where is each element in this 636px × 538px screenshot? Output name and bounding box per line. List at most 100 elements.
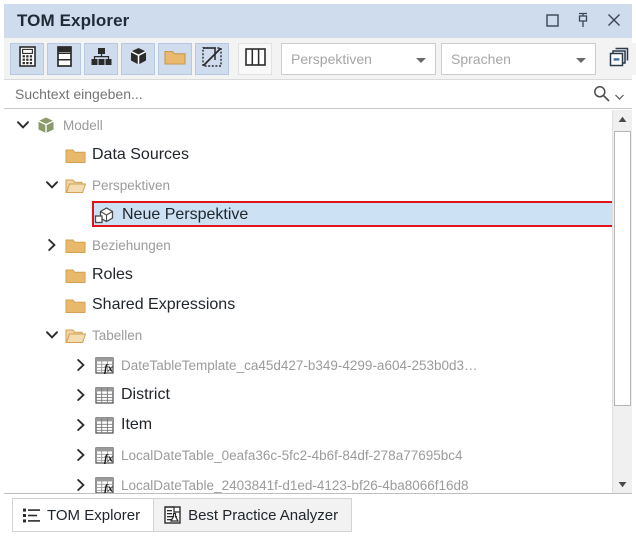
columns-toggle-button[interactable] <box>47 43 81 75</box>
svg-text:fx: fx <box>104 362 114 374</box>
cube-icon <box>128 46 149 72</box>
chevron-down-icon <box>576 58 586 63</box>
tree-row[interactable]: Perspektiven <box>4 170 612 200</box>
tree-item-label: Neue Perspektive <box>122 206 248 224</box>
svg-text:fx: fx <box>104 452 114 464</box>
chevron-right-icon[interactable] <box>70 350 92 380</box>
calculated-table-icon: fx <box>92 470 116 494</box>
scrollbar-thumb[interactable] <box>614 131 631 406</box>
search-options[interactable] <box>593 85 624 107</box>
tree-item-label: LocalDateTable_2403841f-d1ed-4123-bf26-4… <box>121 478 469 493</box>
columns-view-button[interactable] <box>238 43 272 75</box>
cascade-windows-button[interactable] <box>602 43 636 75</box>
table-icon <box>92 380 116 410</box>
tree-row[interactable]: fx DateTableTemplate_ca45d427-b349-4299-a… <box>4 350 612 380</box>
chevron-down-icon[interactable] <box>41 320 63 350</box>
tree-chevron-placeholder <box>70 200 92 230</box>
tree-row[interactable]: Neue Perspektive <box>4 200 612 230</box>
tree-row[interactable]: Modell <box>4 110 612 140</box>
folder-closed-icon <box>63 260 87 290</box>
hidden-slash-icon <box>202 47 222 72</box>
chevron-right-icon[interactable] <box>70 410 92 440</box>
tree-row[interactable]: Tabellen <box>4 320 612 350</box>
pin-icon[interactable] <box>573 10 593 30</box>
tree-chevron-placeholder <box>41 260 63 290</box>
tree-row[interactable]: District <box>4 380 612 410</box>
perspectives-dropdown[interactable]: Perspektiven <box>281 43 436 75</box>
tree-row[interactable]: Beziehungen <box>4 230 612 260</box>
tree-row[interactable]: fx LocalDateTable_2403841f-d1ed-4123-bf26… <box>4 470 612 494</box>
languages-dropdown[interactable]: Sprachen <box>441 43 596 75</box>
title-bar: TOM Explorer <box>4 4 632 38</box>
tree-item-label: Beziehungen <box>92 238 171 253</box>
analyzer-icon <box>164 506 181 524</box>
tab-tom-explorer[interactable]: TOM Explorer <box>13 499 154 531</box>
tree-item-label: LocalDateTable_0eafa36c-5fc2-4b6f-84df-2… <box>121 448 463 463</box>
tree-row[interactable]: fx LocalDateTable_0eafa36c-5fc2-4b6f-84df… <box>4 440 612 470</box>
search-bar <box>4 81 632 109</box>
folder-closed-icon <box>63 230 87 260</box>
perspective-icon <box>92 200 116 230</box>
chevron-down-icon[interactable] <box>12 110 34 140</box>
languages-dropdown-text: Sprachen <box>451 51 511 67</box>
tree-scrollbar[interactable] <box>612 110 632 494</box>
hierarchies-toggle-button[interactable] <box>84 43 118 75</box>
folder-icon <box>164 48 186 71</box>
chevron-right-icon[interactable] <box>70 470 92 494</box>
scroll-up-icon[interactable] <box>613 110 632 129</box>
cascade-windows-icon <box>609 47 629 72</box>
chevron-down-icon <box>416 58 426 63</box>
tree-item-label: Perspektiven <box>92 178 170 193</box>
scroll-down-icon[interactable] <box>613 475 632 494</box>
tree-item-label: District <box>121 386 170 404</box>
tree-row[interactable]: Roles <box>4 260 612 290</box>
tree-item-label: Item <box>121 416 152 434</box>
search-icon[interactable] <box>593 85 610 107</box>
model-cube-icon <box>34 110 58 140</box>
tree-pane: Modell Data Sources Perspektiven Neue Persp… <box>4 110 632 494</box>
chevron-right-icon[interactable] <box>70 380 92 410</box>
tab-best-practice-analyzer[interactable]: Best Practice Analyzer <box>154 499 351 531</box>
hidden-toggle-button[interactable] <box>195 43 229 75</box>
tree-row[interactable]: Item <box>4 410 612 440</box>
table-rows-icon <box>57 46 72 72</box>
chevron-right-icon[interactable] <box>41 230 63 260</box>
tab-label: Best Practice Analyzer <box>188 507 338 524</box>
maximize-icon[interactable] <box>542 10 562 30</box>
chevron-right-icon[interactable] <box>70 440 92 470</box>
close-icon[interactable] <box>604 10 624 30</box>
chevron-down-icon[interactable] <box>41 170 63 200</box>
tree-item-label: Tabellen <box>92 328 142 343</box>
chevron-down-icon[interactable] <box>615 87 624 105</box>
tree-chevron-placeholder <box>41 290 63 320</box>
toolbar: Perspektiven Sprachen <box>4 38 632 80</box>
selected-tree-item[interactable]: Neue Perspektive <box>92 200 612 230</box>
objects-toggle-button[interactable] <box>121 43 155 75</box>
tree-item-label: Data Sources <box>92 146 189 164</box>
folder-closed-icon <box>63 290 87 320</box>
folder-closed-icon <box>63 140 87 170</box>
calculator-icon <box>19 46 36 72</box>
search-input[interactable] <box>15 86 555 102</box>
folder-open-icon <box>63 170 87 200</box>
tree-item-label: DateTableTemplate_ca45d427-b349-4299-a60… <box>121 358 478 373</box>
tree-item-label: Modell <box>63 118 103 133</box>
perspectives-dropdown-text: Perspektiven <box>291 51 372 67</box>
object-tree[interactable]: Modell Data Sources Perspektiven Neue Persp… <box>4 110 612 494</box>
tree-item-label: Shared Expressions <box>92 296 235 314</box>
tree-list-icon <box>23 508 40 523</box>
folder-open-icon <box>63 320 87 350</box>
svg-text:fx: fx <box>104 482 114 494</box>
tree-item-label: Roles <box>92 266 133 284</box>
calculated-table-icon: fx <box>92 350 116 380</box>
folders-toggle-button[interactable] <box>158 43 192 75</box>
measures-toggle-button[interactable] <box>10 43 44 75</box>
tom-explorer-window: TOM Explorer <box>0 0 636 538</box>
bottom-tab-strip: TOM Explorer Best Practice Analyzer <box>12 498 352 532</box>
hierarchy-icon <box>91 47 112 71</box>
tree-row[interactable]: Shared Expressions <box>4 290 612 320</box>
tab-label: TOM Explorer <box>47 507 140 524</box>
tree-row[interactable]: Data Sources <box>4 140 612 170</box>
title-bar-buttons <box>542 10 624 30</box>
table-icon <box>92 410 116 440</box>
